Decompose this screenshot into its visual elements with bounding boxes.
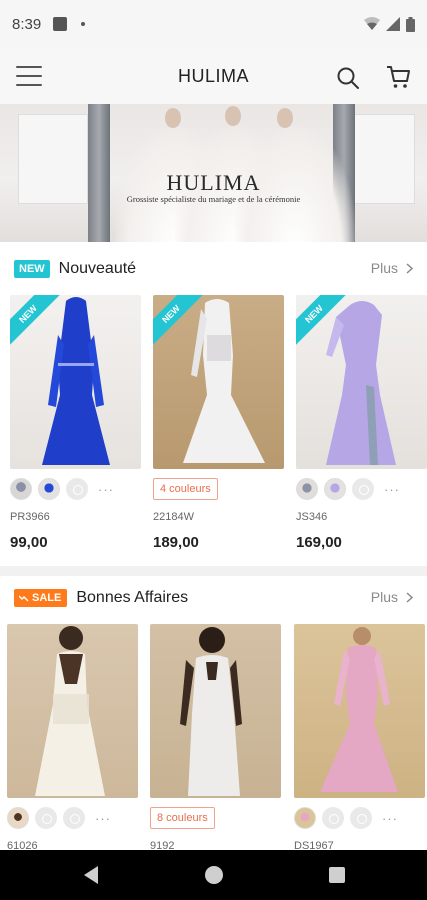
- product-price: 99,00: [10, 534, 48, 551]
- sale-section-header: SALE Bonnes Affaires Plus: [0, 574, 427, 622]
- color-swatch[interactable]: [352, 478, 374, 500]
- sale-badge: SALE: [14, 589, 68, 607]
- color-swatches: ···: [296, 477, 427, 501]
- color-swatches: ···: [294, 806, 425, 830]
- product-image: [7, 624, 138, 798]
- home-icon[interactable]: [205, 866, 223, 884]
- more-colors-icon[interactable]: ···: [382, 811, 398, 826]
- color-swatch[interactable]: [35, 807, 57, 829]
- product-card[interactable]: 8 couleurs 9192: [150, 624, 281, 852]
- app-title: HULIMA: [177, 66, 249, 86]
- search-icon[interactable]: [336, 66, 360, 90]
- color-swatch[interactable]: [66, 478, 88, 500]
- promo-banner[interactable]: HULIMA Grossiste spécialiste du mariage …: [0, 104, 427, 242]
- color-swatch[interactable]: [10, 478, 32, 500]
- chevron-right-icon: [406, 591, 413, 603]
- banner-tagline: Grossiste spécialiste du mariage et de l…: [126, 194, 301, 204]
- color-options: 8 couleurs: [150, 806, 281, 830]
- color-swatch[interactable]: [7, 807, 29, 829]
- notification-icon: [53, 17, 68, 31]
- product-card[interactable]: ··· 61026: [7, 624, 138, 852]
- chevron-right-icon: [406, 262, 413, 274]
- product-sku: 22184W: [153, 511, 194, 523]
- colors-count-pill[interactable]: 4 couleurs: [153, 478, 218, 500]
- more-colors-icon[interactable]: ···: [384, 482, 400, 497]
- more-colors-icon[interactable]: ···: [98, 482, 114, 497]
- product-card[interactable]: NEW ··· PR3966 99,00: [10, 295, 141, 551]
- new-section-title: Nouveauté: [58, 260, 137, 277]
- wifi-icon: [364, 17, 380, 30]
- app-bar: HULIMA: [0, 48, 427, 104]
- product-image: NEW: [153, 295, 284, 469]
- color-swatch[interactable]: [322, 807, 344, 829]
- product-card[interactable]: NEW ··· JS346 169,00: [296, 295, 427, 551]
- status-icons: [364, 16, 415, 32]
- banner-model: [277, 108, 293, 128]
- color-swatch[interactable]: [350, 807, 372, 829]
- back-icon[interactable]: [84, 866, 98, 884]
- color-swatch[interactable]: [63, 807, 85, 829]
- banner-model: [165, 108, 181, 128]
- color-swatches: ···: [10, 477, 141, 501]
- color-swatch[interactable]: [38, 478, 60, 500]
- colors-count-pill[interactable]: 8 couleurs: [150, 807, 215, 829]
- product-price: 169,00: [296, 534, 342, 551]
- color-swatch[interactable]: [296, 478, 318, 500]
- product-sku: JS346: [296, 511, 328, 523]
- more-label: Plus: [370, 589, 398, 605]
- product-image: NEW: [10, 295, 141, 469]
- cart-icon[interactable]: [385, 64, 411, 90]
- more-colors-icon[interactable]: ···: [95, 811, 111, 826]
- more-label: Plus: [370, 260, 398, 276]
- product-sku: PR3966: [10, 511, 50, 523]
- notification-dot-icon: [81, 22, 86, 26]
- sale-badge-label: SALE: [32, 592, 62, 604]
- new-more-link[interactable]: Plus: [371, 260, 413, 276]
- color-swatch[interactable]: [294, 807, 316, 829]
- recent-apps-icon[interactable]: [329, 867, 345, 883]
- status-time: 8:39: [12, 15, 42, 33]
- status-bar: 8:39: [0, 0, 427, 48]
- product-price: 189,00: [153, 534, 199, 551]
- banner-model: [225, 106, 241, 126]
- new-badge: NEW: [14, 260, 50, 278]
- system-nav-bar: [0, 850, 427, 900]
- color-swatches: ···: [7, 806, 138, 830]
- signal-icon: [386, 17, 400, 31]
- color-swatch[interactable]: [324, 478, 346, 500]
- sale-section-title: Bonnes Affaires: [76, 589, 189, 606]
- product-card[interactable]: ··· DS1967: [294, 624, 425, 852]
- battery-icon: [406, 16, 415, 32]
- trend-icon: [19, 595, 29, 602]
- sale-more-link[interactable]: Plus: [371, 589, 413, 605]
- color-options: 4 couleurs: [153, 477, 284, 501]
- product-card[interactable]: NEW 4 couleurs 22184W 189,00: [153, 295, 284, 551]
- new-section-header: NEW Nouveauté Plus: [0, 245, 427, 293]
- product-image: [294, 624, 425, 798]
- product-image: [150, 624, 281, 798]
- product-image: NEW: [296, 295, 427, 469]
- banner-brand: HULIMA: [166, 170, 261, 195]
